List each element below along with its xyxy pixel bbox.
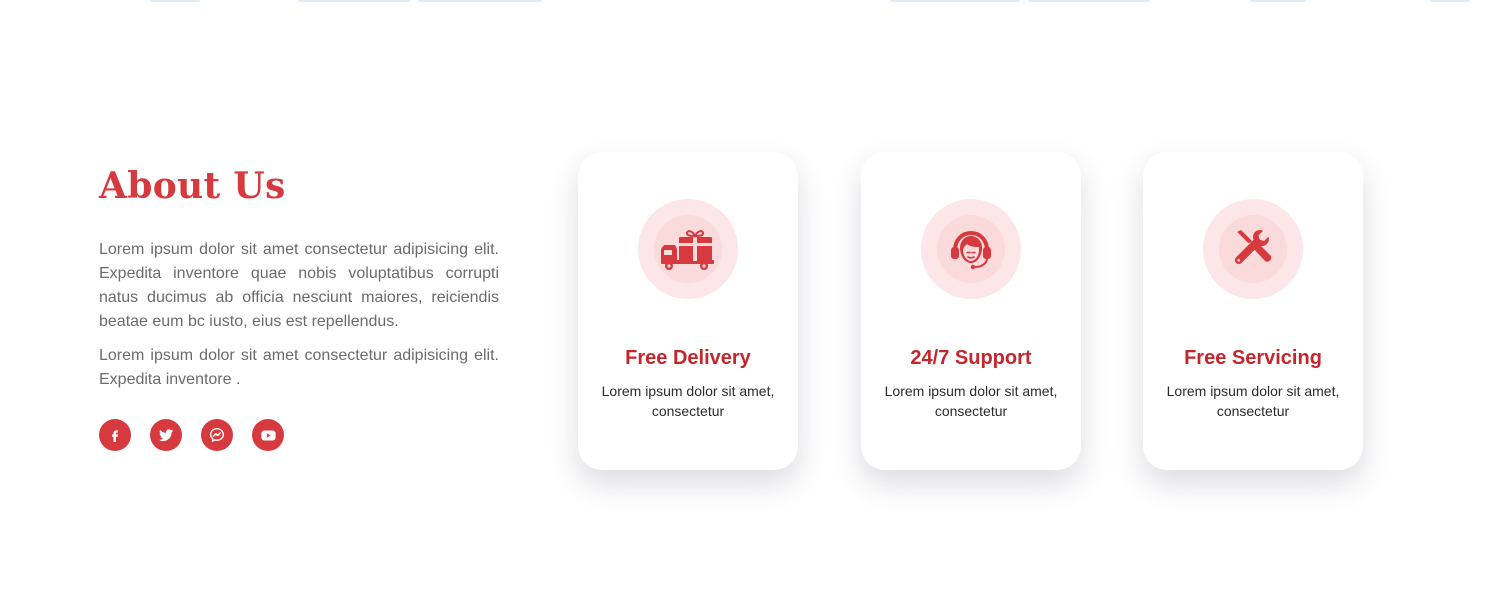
card-title: Free Delivery (625, 347, 751, 369)
about-paragraph-2: Lorem ipsum dolor sit amet consectetur a… (99, 347, 499, 388)
card-icon-circle (1203, 199, 1303, 299)
wrench-screwdriver-icon (1234, 230, 1272, 265)
about-section: About Us Lorem ipsum dolor sit amet cons… (99, 160, 499, 451)
messenger-icon (209, 427, 225, 443)
card-title: 24/7 Support (910, 347, 1032, 369)
social-links (99, 419, 499, 451)
twitter-icon (158, 429, 174, 442)
feature-card-free-servicing: Free Servicing Lorem ipsum dolor sit ame… (1143, 152, 1363, 470)
page: About Us Lorem ipsum dolor sit amet cons… (0, 0, 1486, 600)
facebook-icon (112, 430, 118, 442)
delivery-truck-gift-icon (661, 230, 714, 270)
facebook-link[interactable] (99, 419, 131, 451)
feature-card-free-delivery: Free Delivery Lorem ipsum dolor sit amet… (578, 152, 798, 470)
twitter-link[interactable] (150, 419, 182, 451)
about-title: About Us (99, 165, 286, 207)
youtube-link[interactable] (252, 419, 284, 451)
card-icon-circle (921, 199, 1021, 299)
feature-card-24-7-support: 24/7 Support Lorem ipsum dolor sit amet,… (861, 152, 1081, 470)
card-icon-circle (638, 199, 738, 299)
youtube-icon (260, 430, 276, 440)
card-text: Lorem ipsum dolor sit amet, consectetur (884, 383, 1058, 419)
card-title: Free Servicing (1184, 347, 1322, 369)
headset-support-icon (951, 230, 991, 270)
card-text: Lorem ipsum dolor sit amet, consectetur (601, 383, 775, 419)
card-text: Lorem ipsum dolor sit amet, consectetur (1166, 383, 1340, 419)
about-paragraph-1: Lorem ipsum dolor sit amet consectetur a… (99, 241, 499, 330)
messenger-link[interactable] (201, 419, 233, 451)
